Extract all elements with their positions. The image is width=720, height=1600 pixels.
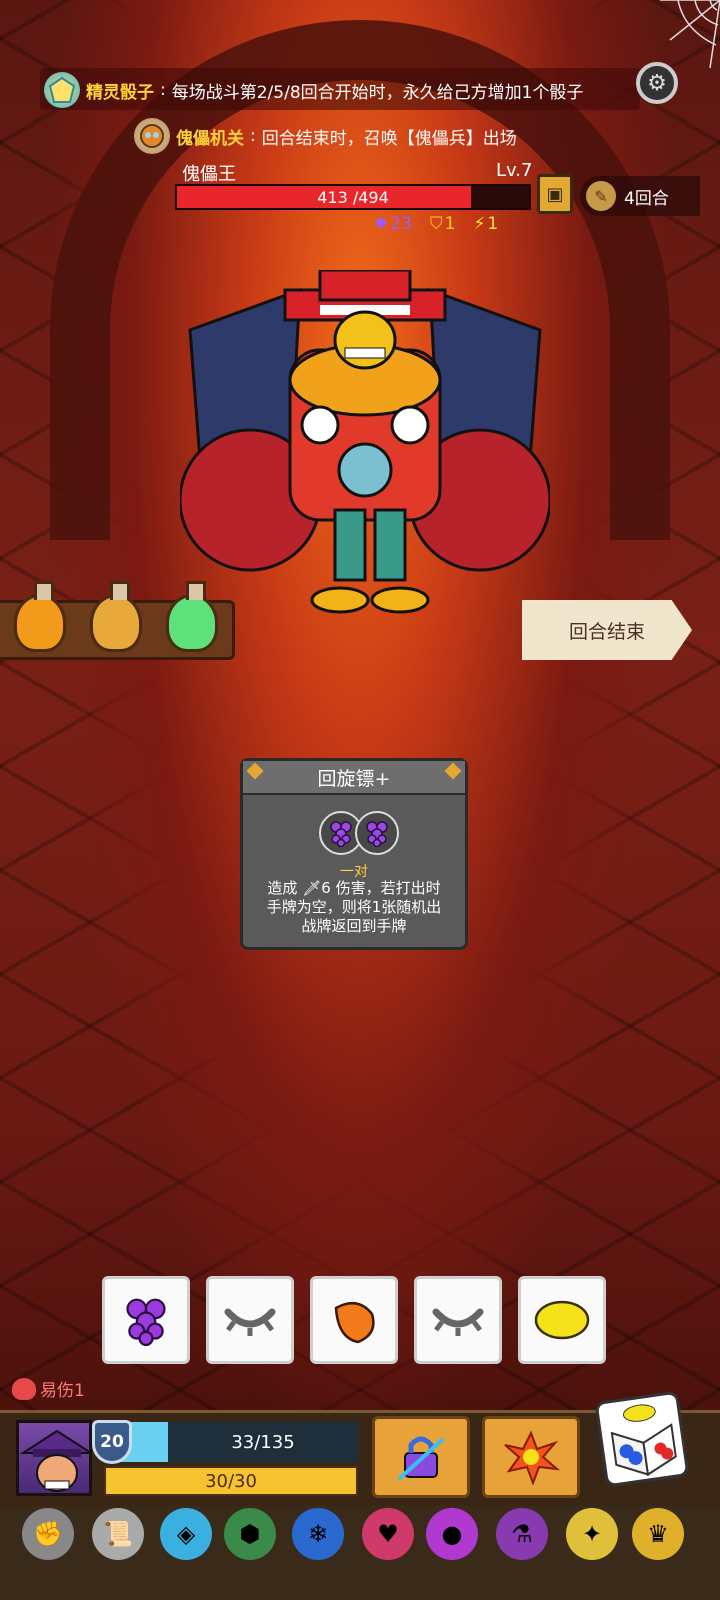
- skill-lock-button[interactable]: [372, 1416, 470, 1498]
- passive-desc: 回合结束时，召唤【傀儡兵】出场: [261, 128, 517, 149]
- energy-value: 1: [487, 214, 499, 234]
- end-turn-button[interactable]: 回合结束: [522, 600, 692, 660]
- armor-shield-icon: 20: [92, 1420, 132, 1464]
- grapes-icon: [126, 1298, 166, 1347]
- explosion-icon: [504, 1430, 561, 1485]
- attack-stat[interactable]: ✸ 23: [374, 214, 412, 234]
- puppet-king-boss[interactable]: [180, 270, 550, 620]
- passive-colon: :: [160, 80, 166, 100]
- lantern-relic-icon[interactable]: ✦: [566, 1508, 618, 1560]
- player-energy-bar: 30/30: [104, 1466, 358, 1496]
- attack-value: 23: [390, 214, 412, 234]
- hand-die-orange[interactable]: [310, 1276, 398, 1364]
- vulnerable-label: 易伤1: [40, 1381, 85, 1401]
- hand-die-lemon[interactable]: [518, 1276, 606, 1364]
- damage-value: 6: [321, 879, 331, 897]
- desc-line1-a: 造成: [267, 879, 303, 897]
- player-hp-text: 33/135: [231, 1431, 295, 1453]
- boss-hp-bar: 413 /494: [175, 184, 531, 210]
- turtle-shell-relic-icon[interactable]: ⬢: [224, 1508, 276, 1560]
- boss-name: 傀儡王: [182, 164, 236, 185]
- lemon-icon: [534, 1300, 590, 1340]
- crystal-relic-icon[interactable]: ◈: [160, 1508, 212, 1560]
- passive-name: 傀儡机关: [176, 128, 244, 149]
- ice-crown-relic-icon[interactable]: ❄: [292, 1508, 344, 1560]
- desc-line3: 战牌返回到手牌: [301, 917, 407, 935]
- settings-gear-icon[interactable]: ⚙: [636, 62, 678, 104]
- defense-value: 1: [444, 214, 456, 234]
- closed-eye-icon: [224, 1308, 276, 1336]
- armor-value: 20: [100, 1432, 124, 1452]
- passive-name: 精灵骰子: [86, 82, 154, 103]
- lightning-icon: ⚡: [473, 214, 486, 234]
- card-title: 回旋镖+: [243, 761, 465, 795]
- desc-line2: 手牌为空，则将1张随机出: [266, 898, 442, 916]
- turn-counter: ✎ 4回合: [580, 176, 700, 216]
- turn-scroll-icon: ✎: [586, 181, 616, 211]
- passive-puppet-mechanism[interactable]: 傀儡机关: 回合结束时，召唤【傀儡兵】出场: [134, 118, 517, 154]
- boss-intent-stats: ✸ 23 ⛉ 1 ⚡ 1: [374, 214, 498, 234]
- potion-jar-relic-icon[interactable]: ⚗: [496, 1508, 548, 1560]
- roll-dice-button[interactable]: [594, 1390, 690, 1488]
- passive-spirit-dice[interactable]: 精灵骰子: 每场战斗第2/5/8回合开始时，永久给己方增加1个骰子: [44, 72, 644, 108]
- closed-eye-icon: [432, 1308, 484, 1336]
- energy-text: 30/30: [205, 1470, 257, 1492]
- card-description: 造成 🗡6 伤害，若打出时 手牌为空，则将1张随机出 战牌返回到手牌: [251, 879, 457, 936]
- scroll-relic-icon[interactable]: 📜: [92, 1508, 144, 1560]
- green-potion-icon[interactable]: [166, 581, 218, 652]
- cobweb-icon: [660, 0, 720, 69]
- player-hp-bar: 33/135: [108, 1422, 358, 1462]
- vulnerable-icon: [12, 1377, 36, 1400]
- claw-icon: ✸: [374, 214, 389, 234]
- card-tooltip: 回旋镖+ 一对 造成 🗡6 伤害，若打出时 手牌为空，则将1张随机出 战牌返回到…: [240, 758, 468, 950]
- boss-hp-text: 413 /494: [317, 187, 389, 207]
- hand-die-closed-eye[interactable]: [206, 1276, 294, 1364]
- heart-relic-icon[interactable]: ♥: [362, 1508, 414, 1560]
- defense-stat[interactable]: ⛉ 1: [430, 214, 456, 234]
- lock-icon: [397, 1436, 445, 1481]
- spirit-dice-icon: [44, 72, 80, 108]
- puppet-mechanism-icon: [134, 118, 170, 154]
- hand-die-closed-eye[interactable]: [414, 1276, 502, 1364]
- dice-icon: [610, 1404, 677, 1477]
- skill-burst-button[interactable]: [482, 1416, 580, 1498]
- passive-desc: 每场战斗第2/5/8回合开始时，永久给己方增加1个骰子: [171, 82, 584, 103]
- hand-die-grapes[interactable]: [102, 1276, 190, 1364]
- crown-relic-icon[interactable]: ♛: [632, 1508, 684, 1560]
- amber-potion-icon[interactable]: [90, 581, 142, 652]
- sword-icon: 🗡: [302, 879, 322, 897]
- player-avatar[interactable]: [16, 1420, 92, 1496]
- energy-stat[interactable]: ⚡ 1: [473, 214, 498, 234]
- hand-dice: [102, 1276, 606, 1364]
- pair-label: 一对: [340, 864, 368, 880]
- passive-colon: :: [250, 126, 256, 146]
- berry-relic-icon[interactable]: ●: [426, 1508, 478, 1560]
- boss-level: Lv.7: [496, 160, 533, 181]
- boss-info-book-icon[interactable]: ▣: [537, 174, 573, 214]
- orange-potion-icon[interactable]: [14, 581, 66, 652]
- turn-label: 4回合: [624, 188, 669, 209]
- dice-requirement: [319, 811, 399, 855]
- gauntlet-relic-icon[interactable]: ✊: [22, 1508, 74, 1560]
- desc-line1-b: 伤害，若打出时: [330, 879, 441, 897]
- orange-icon: [334, 1301, 375, 1344]
- vulnerable-status[interactable]: 易伤1: [12, 1376, 85, 1401]
- shield-icon: ⛉: [429, 214, 443, 234]
- grapes-icon: [355, 811, 399, 855]
